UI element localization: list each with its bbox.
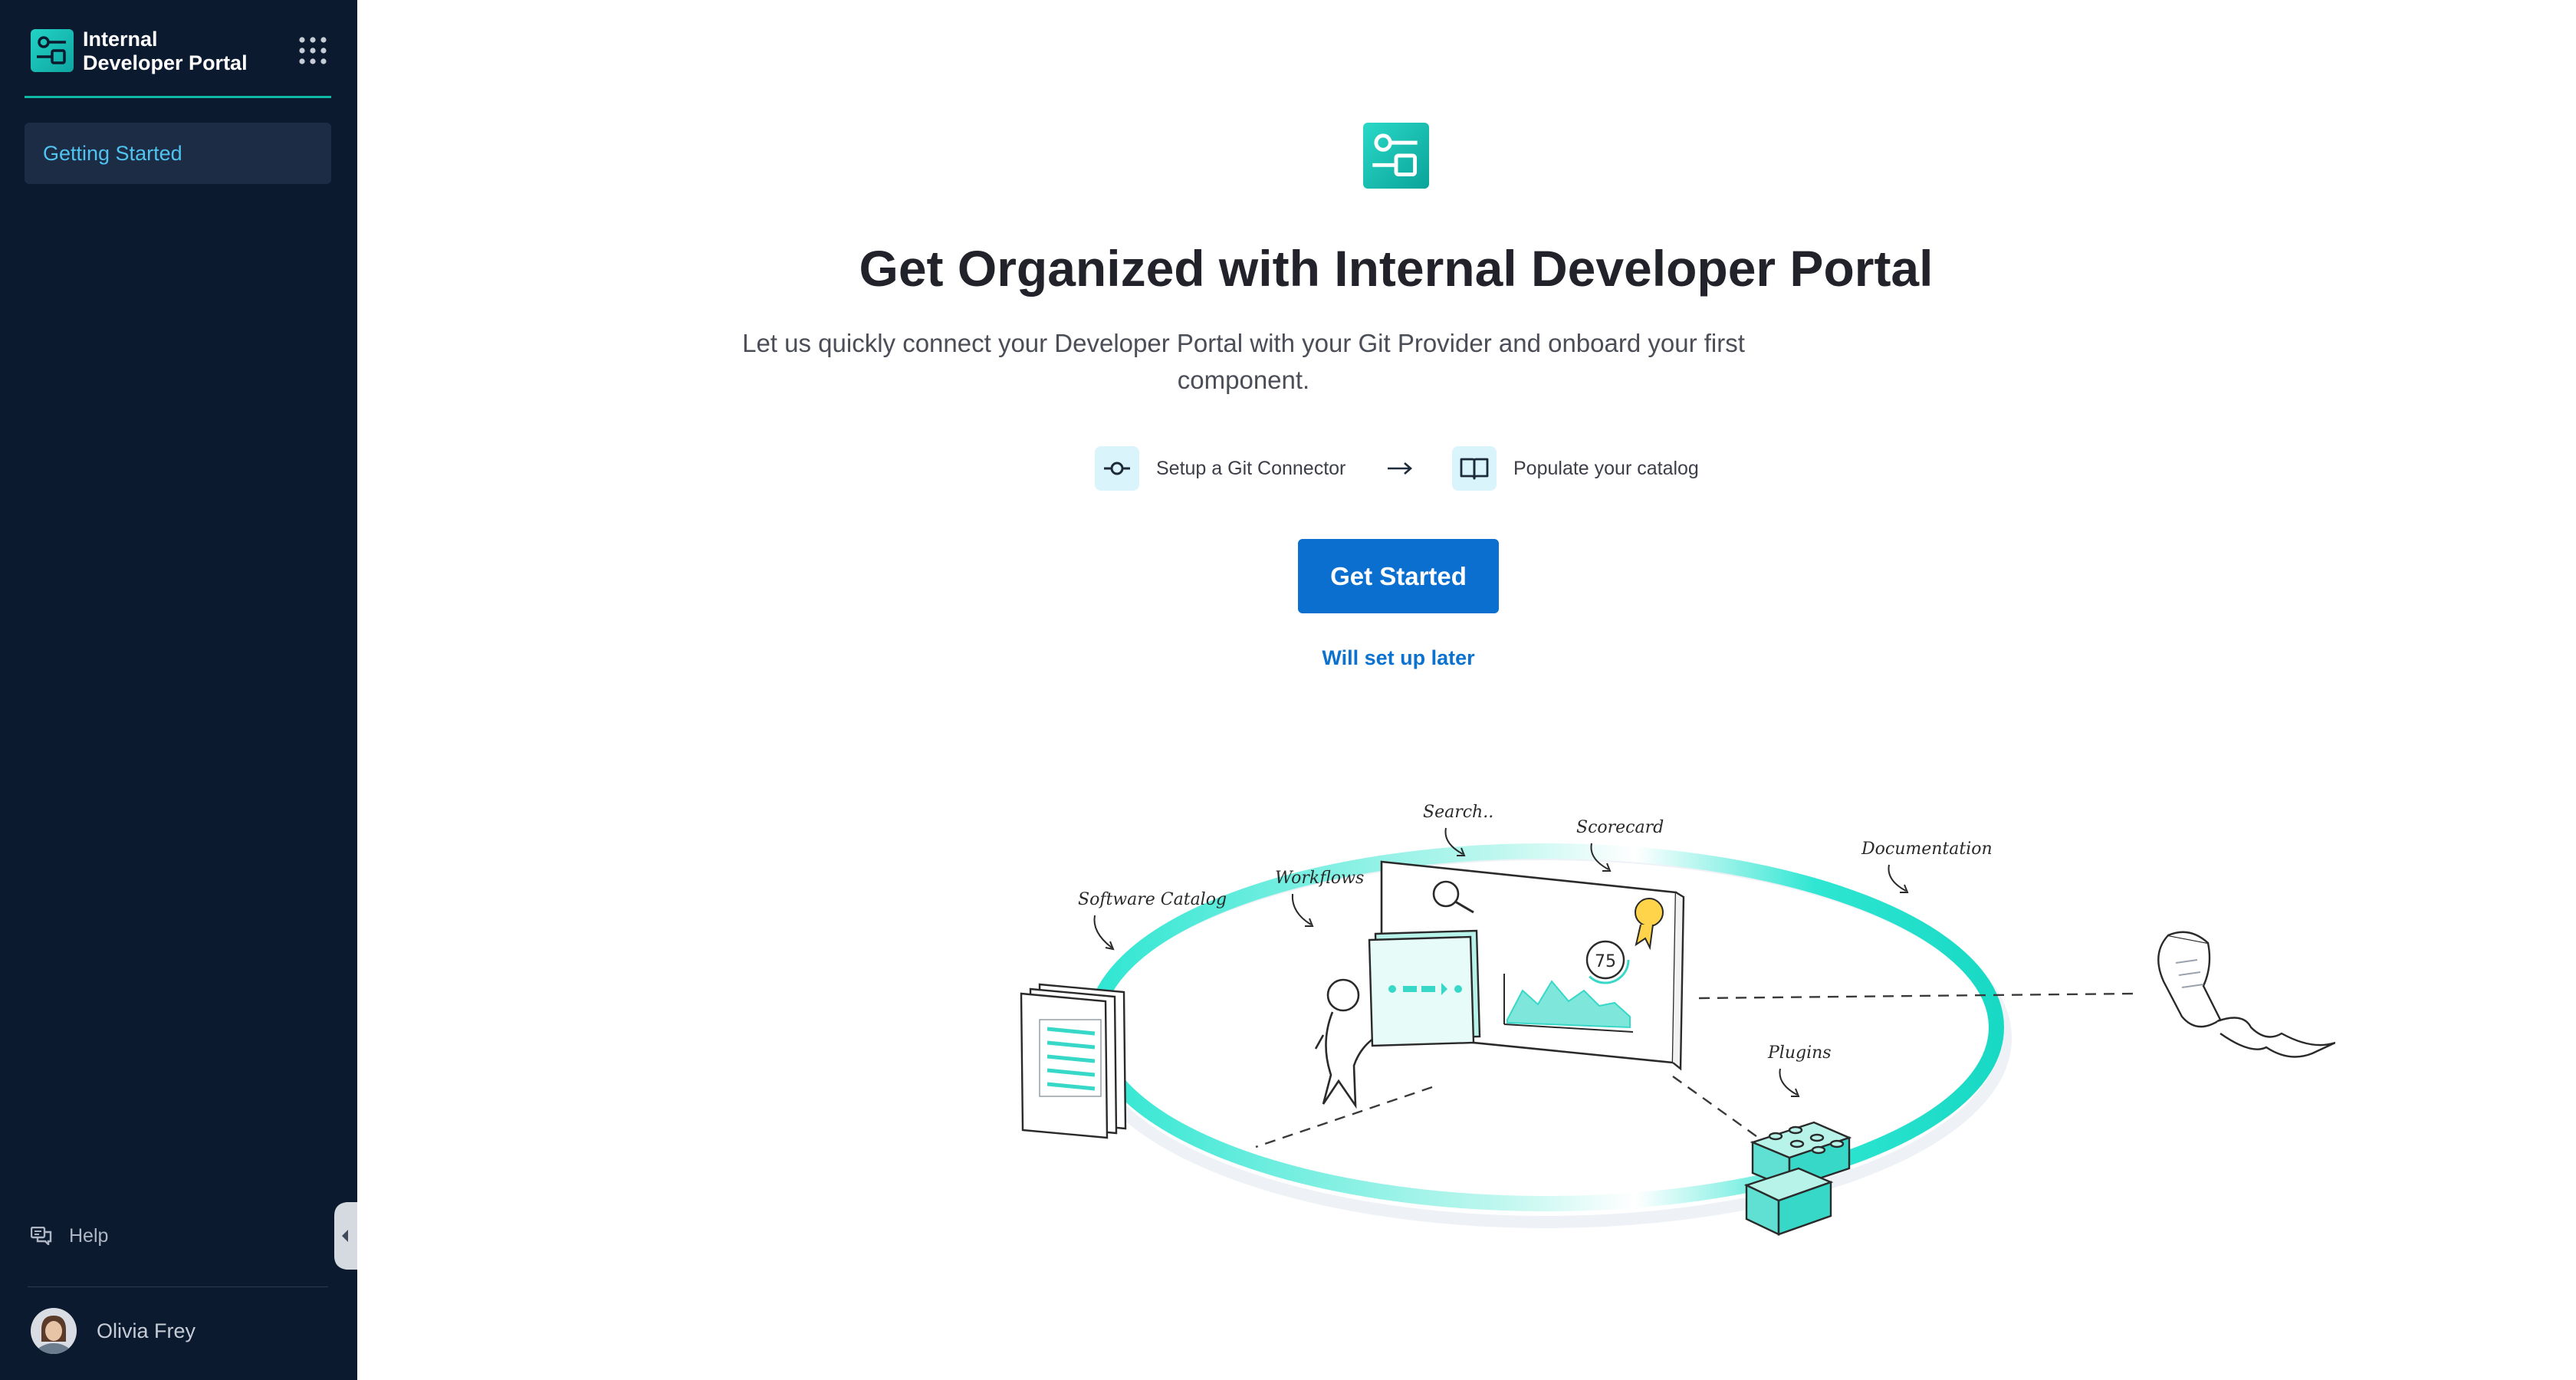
- sidebar-divider: [28, 1286, 328, 1287]
- user-profile[interactable]: Olivia Frey: [31, 1308, 322, 1354]
- sidebar-item-label: Getting Started: [43, 142, 182, 165]
- user-name: Olivia Frey: [97, 1319, 196, 1342]
- score-value: 75: [1595, 952, 1616, 971]
- get-started-button[interactable]: Get Started: [1298, 539, 1499, 613]
- arrow-right-icon: [1388, 462, 1412, 475]
- collapse-sidebar-button[interactable]: [334, 1202, 357, 1270]
- illustration-label-scorecard: Scorecard: [1576, 818, 1664, 837]
- documentation-sketch: [2157, 931, 2335, 1058]
- set-up-later-link[interactable]: Will set up later: [1239, 646, 1558, 670]
- git-commit-icon: [1095, 446, 1139, 491]
- sidebar-item-getting-started[interactable]: Getting Started: [25, 123, 331, 184]
- brand-line2: Developer Portal: [83, 51, 248, 74]
- page-subtitle: Let us quickly connect your Developer Po…: [742, 329, 1745, 394]
- grid-dots-icon[interactable]: [296, 34, 330, 67]
- brand[interactable]: Internal Developer Portal: [31, 26, 337, 74]
- illustration-label-documentation: Documentation: [1861, 840, 1993, 859]
- brand-name: Internal Developer Portal: [83, 28, 297, 75]
- step-label-catalog: Populate your catalog: [1513, 458, 1699, 479]
- main-content: Get Organized with Internal Developer Po…: [357, 0, 2576, 1380]
- illustration-label-plugins: Plugins: [1767, 1043, 1832, 1063]
- illustration-label-software-catalog: Software Catalog: [1078, 890, 1227, 909]
- dashboard-board-sketch: 75: [1368, 860, 1685, 1071]
- sidebar: Internal Developer Portal Getting Starte…: [0, 0, 357, 1380]
- brand-line1: Internal: [83, 28, 158, 51]
- illustration-label-search: Search..: [1423, 803, 1493, 822]
- onboarding-steps: Setup a Git Connector Populate your cata…: [1095, 446, 1708, 492]
- step-label-git-connector: Setup a Git Connector: [1156, 458, 1346, 479]
- help-label: Help: [69, 1225, 109, 1247]
- portal-logo-icon: [1363, 123, 1429, 189]
- page-title: Get Organized with Internal Developer Po…: [859, 240, 1934, 297]
- brand-divider: [25, 96, 331, 98]
- illustration-label-workflows: Workflows: [1275, 869, 1364, 888]
- open-book-icon: [1452, 446, 1497, 491]
- avatar: [31, 1308, 77, 1354]
- software-catalog-sketch: [1020, 983, 1127, 1139]
- portal-logo-icon: [31, 29, 74, 72]
- portal-features-illustration: 75 Software Catalog Workflows Search.. S…: [1020, 803, 2335, 1236]
- help-chat-icon: [31, 1227, 52, 1245]
